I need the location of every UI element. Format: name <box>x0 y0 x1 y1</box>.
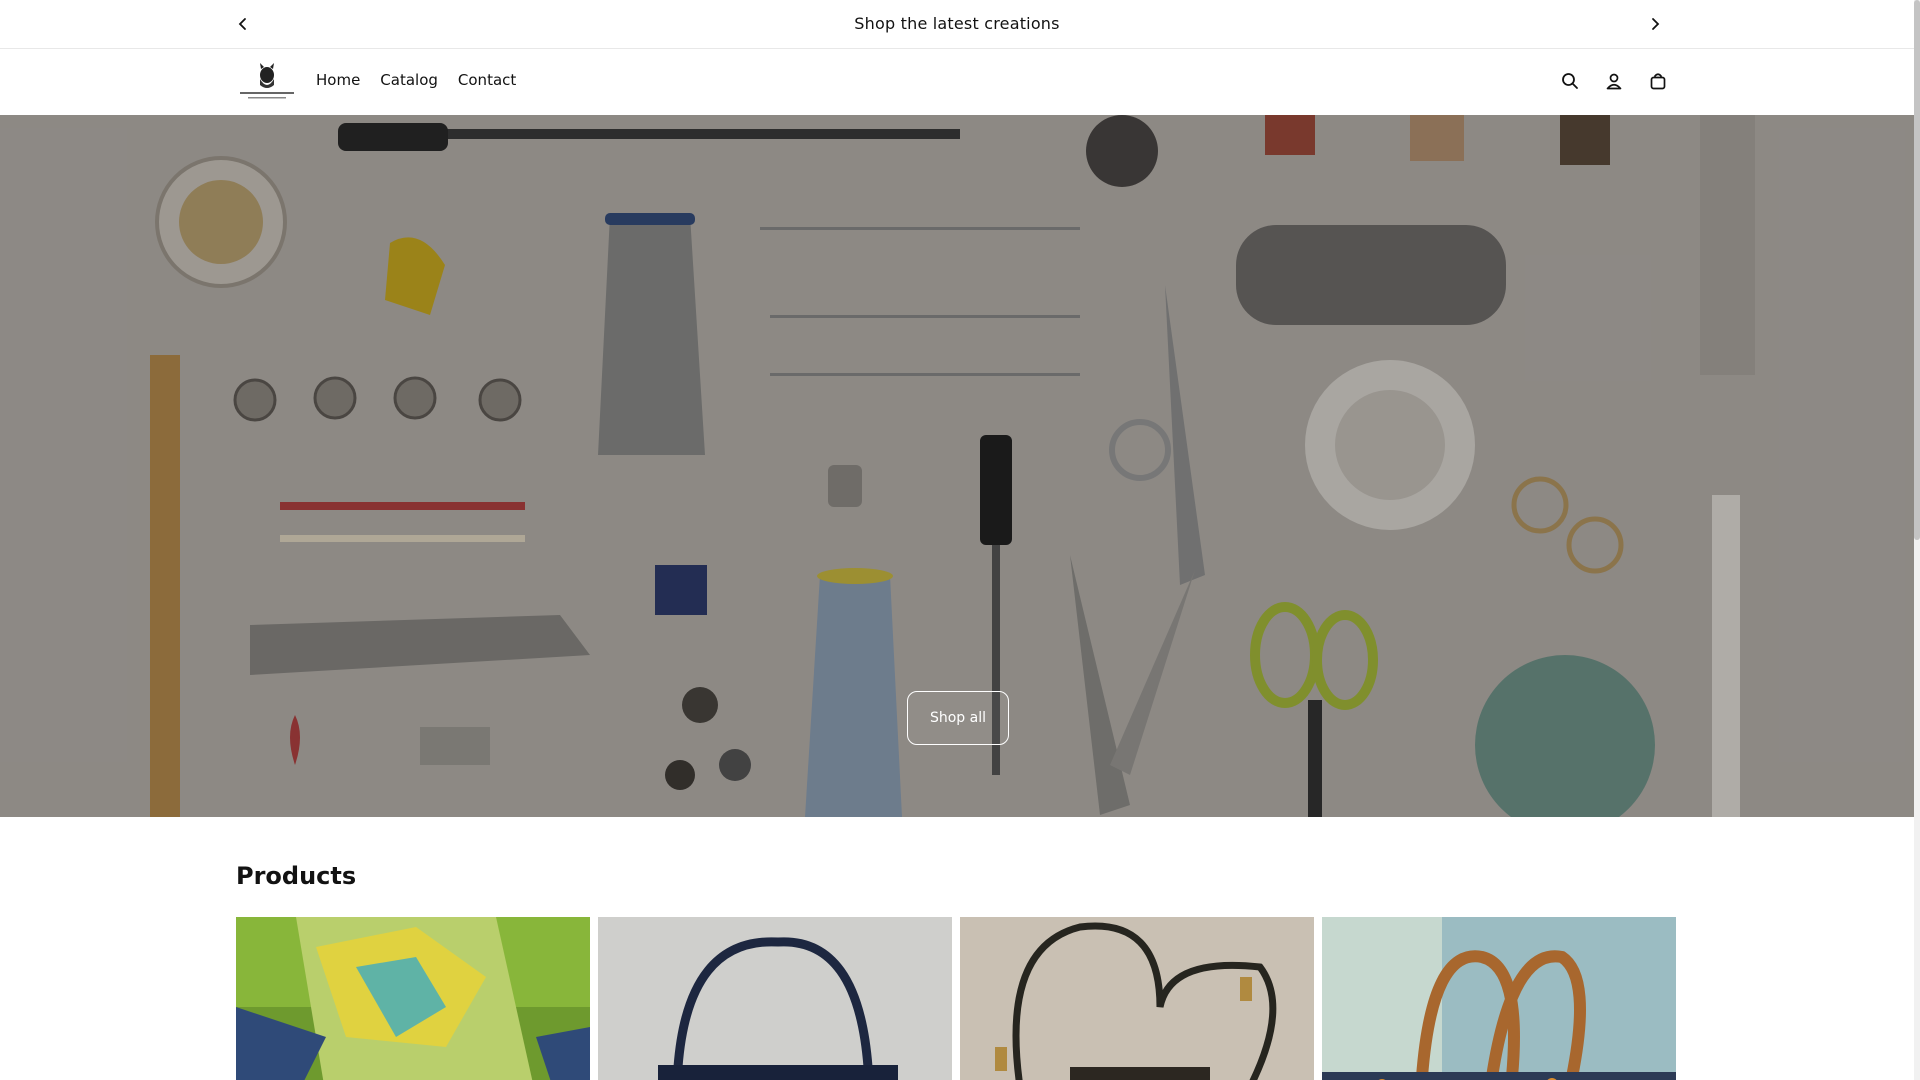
search-button[interactable] <box>1558 69 1582 93</box>
product-card-crossbody-bag[interactable] <box>960 917 1314 1080</box>
product-image <box>236 917 590 1080</box>
hero-banner: Shop all <box>0 115 1914 817</box>
site-header: Home Catalog Contact <box>0 49 1914 115</box>
cat-logo-icon <box>240 63 294 99</box>
page-scrollbar[interactable] <box>1914 0 1920 1080</box>
announcement-bar: Shop the latest creations <box>0 0 1914 49</box>
nav-contact-link[interactable]: Contact <box>458 71 516 89</box>
page: Shop the latest creations Home Catalog C… <box>0 0 1914 1080</box>
account-button[interactable] <box>1602 69 1626 93</box>
cart-icon <box>1650 73 1666 90</box>
announcement-text: Shop the latest creations <box>854 14 1060 33</box>
next-announcement-button[interactable] <box>1644 13 1666 35</box>
main-navigation: Home Catalog Contact <box>316 71 536 89</box>
products-heading: Products <box>236 862 357 890</box>
nav-home-link[interactable]: Home <box>316 71 360 89</box>
shop-all-button[interactable]: Shop all <box>907 691 1009 745</box>
product-image <box>598 917 952 1080</box>
account-icon <box>1606 73 1622 90</box>
product-image <box>960 917 1314 1080</box>
scrollbar-thumb[interactable] <box>1914 0 1920 540</box>
header-icons <box>1558 69 1670 93</box>
product-image <box>1322 917 1676 1080</box>
product-grid <box>236 917 1676 1080</box>
product-card-stained-glass-bag[interactable] <box>236 917 590 1080</box>
chevron-right-icon <box>1652 18 1660 30</box>
nav-catalog-link[interactable]: Catalog <box>380 71 438 89</box>
search-icon <box>1562 73 1578 89</box>
product-card-navy-handbag[interactable] <box>598 917 952 1080</box>
product-card-floral-tote[interactable] <box>1322 917 1676 1080</box>
cart-button[interactable] <box>1646 69 1670 93</box>
store-logo[interactable] <box>236 61 298 103</box>
